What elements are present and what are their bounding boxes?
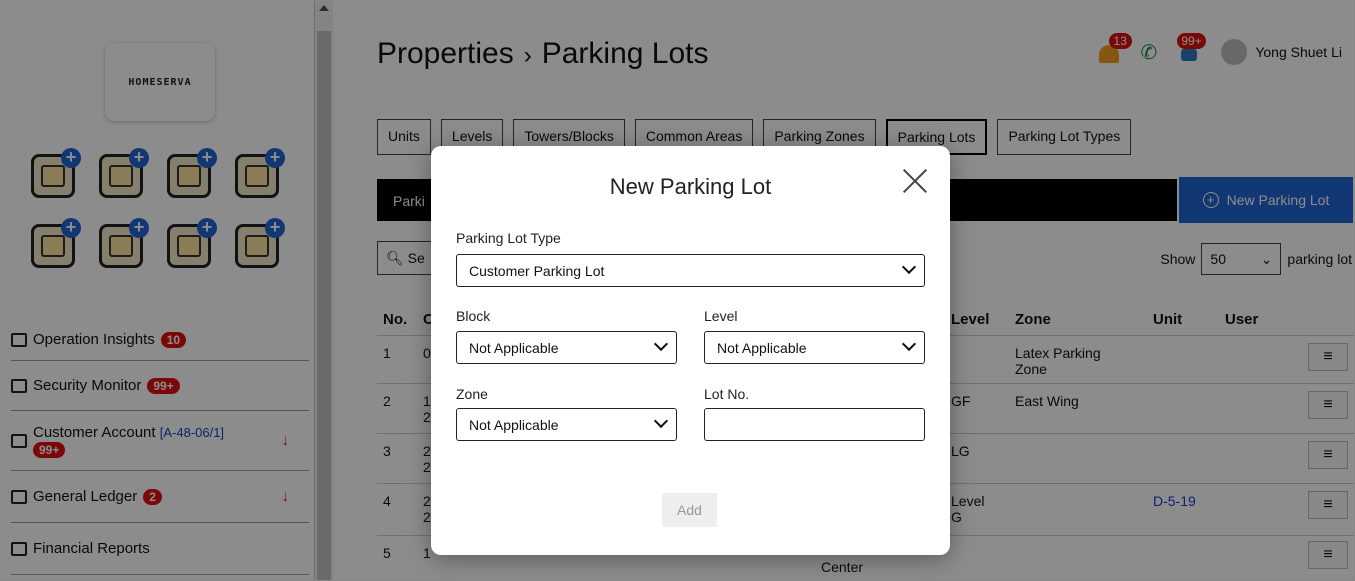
zone-select[interactable]: Not Applicable — [456, 408, 677, 441]
parking-lot-type-label: Parking Lot Type — [456, 230, 561, 246]
block-select[interactable]: Not Applicable — [456, 331, 677, 364]
level-select[interactable]: Not Applicable — [704, 331, 925, 364]
block-label: Block — [456, 308, 491, 324]
zone-value: Not Applicable — [469, 416, 559, 433]
chevron-down-icon — [901, 259, 917, 275]
new-parking-lot-dialog: New Parking Lot Parking Lot Type Custome… — [431, 146, 950, 555]
block-value: Not Applicable — [469, 339, 559, 356]
zone-label: Zone — [456, 386, 488, 402]
parking-lot-type-select[interactable]: Customer Parking Lot — [456, 254, 925, 287]
lot-no-input[interactable] — [704, 408, 925, 441]
chevron-down-icon — [653, 413, 669, 429]
parking-lot-type-value: Customer Parking Lot — [469, 262, 605, 279]
chevron-down-icon — [653, 336, 669, 352]
app-window: HOMESERVA + + + + + + + + Operation Insi… — [0, 0, 1355, 581]
add-button[interactable]: Add — [662, 493, 717, 527]
dialog-title: New Parking Lot — [609, 174, 772, 199]
close-icon[interactable] — [902, 168, 928, 194]
chevron-down-icon — [901, 336, 917, 352]
level-value: Not Applicable — [717, 339, 807, 356]
level-label: Level — [704, 308, 738, 324]
lot-no-label: Lot No. — [704, 386, 750, 402]
